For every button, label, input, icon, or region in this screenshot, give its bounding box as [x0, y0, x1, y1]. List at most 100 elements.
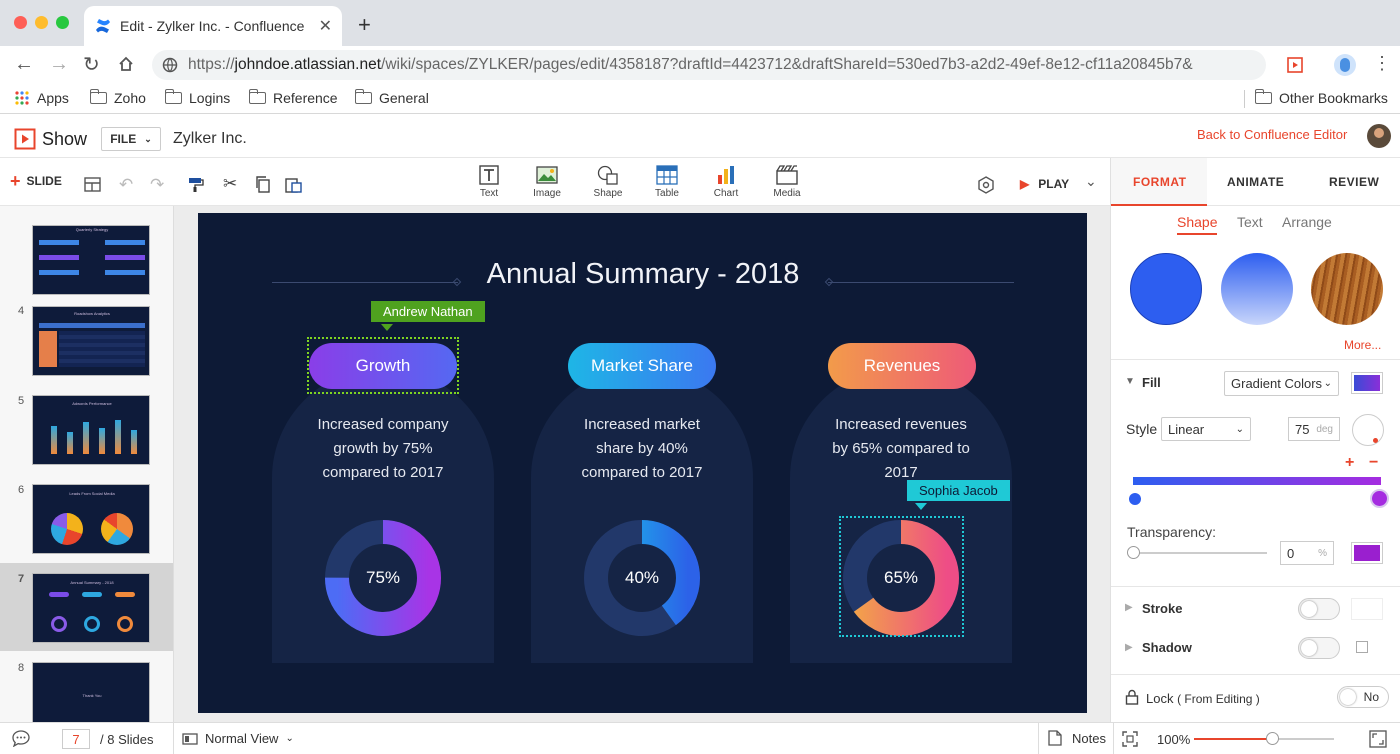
undo-icon[interactable]: ↶	[119, 175, 133, 195]
add-slide-button[interactable]: + SLIDE	[10, 171, 62, 191]
close-tab-icon[interactable]: ✕	[319, 16, 332, 36]
notes-button[interactable]: Notes	[1048, 730, 1106, 746]
angle-value: 75	[1295, 421, 1310, 437]
maximize-window-button[interactable]	[56, 16, 69, 29]
slide-thumbnail-4[interactable]: Roadshow Analytics	[32, 306, 150, 376]
plus-icon: +	[10, 171, 21, 191]
new-tab-icon[interactable]: +	[358, 12, 371, 38]
gradient-bar[interactable]	[1133, 477, 1381, 485]
bookmark-general[interactable]: General	[354, 89, 429, 106]
play-button[interactable]: ▶ PLAY	[1020, 177, 1069, 191]
bookmark-zoho[interactable]: Zoho	[89, 89, 146, 106]
home-icon[interactable]	[117, 55, 135, 73]
insert-shape-button[interactable]: Shape	[580, 164, 636, 199]
remove-stop-icon[interactable]: −	[1369, 454, 1378, 472]
forward-arrow-icon[interactable]: →	[49, 53, 69, 76]
revenues-pill[interactable]: Revenues	[828, 343, 976, 389]
insert-chart-button[interactable]: Chart	[698, 164, 754, 199]
insert-image-button[interactable]: Image	[519, 164, 575, 199]
minimize-window-button[interactable]	[35, 16, 48, 29]
gradient-stop-end[interactable]	[1370, 489, 1389, 508]
add-stop-icon[interactable]: +	[1345, 454, 1354, 472]
browser-tab[interactable]: Edit - Zylker Inc. - Confluence ✕	[84, 6, 342, 46]
market-share-donut[interactable]: 40%	[582, 518, 702, 638]
fill-preset-texture[interactable]	[1311, 253, 1383, 325]
bookmark-apps[interactable]: Apps	[14, 90, 69, 106]
browser-menu-icon[interactable]: ⋮	[1373, 53, 1391, 74]
lock-toggle[interactable]: No	[1337, 686, 1389, 708]
settings-icon[interactable]	[977, 176, 995, 194]
chat-icon[interactable]	[12, 730, 30, 747]
layout-icon[interactable]	[84, 177, 101, 192]
close-window-button[interactable]	[14, 16, 27, 29]
format-painter-icon[interactable]	[188, 177, 204, 193]
style-label: Style	[1126, 421, 1158, 437]
tab-animate[interactable]: ANIMATE	[1227, 175, 1284, 189]
transparency-input[interactable]: 0%	[1280, 541, 1334, 565]
transparency-slider-handle[interactable]	[1127, 546, 1140, 559]
insert-media-button[interactable]: Media	[759, 164, 815, 199]
bookmark-reference[interactable]: Reference	[248, 89, 338, 106]
stroke-collapsed-icon[interactable]: ▶	[1125, 602, 1133, 613]
play-options-chevron-icon[interactable]: ⌄	[1085, 173, 1097, 190]
transparency-slider[interactable]	[1133, 552, 1267, 554]
gradient-stop-start[interactable]	[1129, 493, 1141, 505]
redo-icon[interactable]: ↷	[150, 175, 164, 195]
subtab-text[interactable]: Text	[1237, 214, 1263, 230]
slide-thumbnail-5[interactable]: Adwords Performance	[32, 395, 150, 465]
zoom-slider[interactable]	[1194, 738, 1334, 740]
paste-icon[interactable]	[285, 176, 302, 193]
fill-label: Fill	[1142, 375, 1161, 390]
cut-icon[interactable]: ✂	[223, 174, 237, 194]
insert-table-button[interactable]: Table	[639, 164, 695, 199]
slide-thumbnail-8[interactable]: Thank You	[32, 662, 150, 722]
shadow-collapsed-icon[interactable]: ▶	[1125, 642, 1133, 653]
gradient-style-dropdown[interactable]: Linear ⌄	[1161, 417, 1251, 441]
transparency-color-swatch[interactable]	[1351, 542, 1383, 564]
subtab-shape[interactable]: Shape	[1177, 214, 1218, 235]
slide-thumbnail-3[interactable]: Quarterly Strategy	[32, 225, 150, 295]
back-arrow-icon[interactable]: ←	[14, 53, 34, 76]
document-title[interactable]: Zylker Inc.	[173, 130, 247, 148]
user-avatar[interactable]	[1367, 124, 1391, 148]
growth-donut[interactable]: 75%	[323, 518, 443, 638]
view-mode-dropdown[interactable]: Normal View ⌄	[182, 731, 294, 746]
angle-input[interactable]: 75 deg	[1288, 417, 1340, 441]
slide-thumbnail-6[interactable]: Leads From Social Media	[32, 484, 150, 554]
fill-preset-solid[interactable]	[1130, 253, 1202, 325]
insert-text-button[interactable]: Text	[461, 164, 517, 199]
tab-format[interactable]: FORMAT	[1133, 175, 1186, 189]
shadow-toggle[interactable]	[1298, 637, 1340, 659]
fill-type-dropdown[interactable]: Gradient Colors ⌄	[1224, 371, 1339, 396]
file-menu-button[interactable]: FILE ⌄	[101, 127, 161, 151]
tab-review[interactable]: REVIEW	[1329, 175, 1379, 189]
fill-preset-gradient[interactable]	[1221, 253, 1293, 325]
stroke-color-swatch[interactable]	[1351, 598, 1383, 620]
bookmark-label: General	[379, 90, 429, 106]
stroke-toggle[interactable]	[1298, 598, 1340, 620]
slide-canvas[interactable]: Annual Summary - 2018 Growth Andrew Nath…	[198, 213, 1087, 713]
bookmark-logins[interactable]: Logins	[164, 89, 230, 106]
url-bar[interactable]: https://johndoe.atlassian.net/wiki/space…	[152, 50, 1266, 80]
zoom-slider-handle[interactable]	[1266, 732, 1279, 745]
copy-icon[interactable]	[255, 176, 271, 193]
slide-title[interactable]: Annual Summary - 2018	[438, 258, 848, 291]
slide-thumbnail-7[interactable]: Annual Summary - 2018	[32, 573, 150, 643]
current-slide-input[interactable]: 7	[62, 729, 90, 749]
more-presets-link[interactable]: More...	[1344, 338, 1381, 352]
fill-color-swatch[interactable]	[1351, 372, 1383, 394]
subtab-arrange[interactable]: Arrange	[1282, 214, 1332, 230]
fill-expanded-icon[interactable]: ▼	[1125, 376, 1135, 387]
angle-dial[interactable]	[1352, 414, 1384, 446]
bookmark-other[interactable]: Other Bookmarks	[1254, 89, 1388, 106]
market-share-pill[interactable]: Market Share	[568, 343, 716, 389]
fullscreen-icon[interactable]	[1369, 730, 1387, 748]
reload-icon[interactable]: ↻	[83, 52, 100, 77]
shadow-style-icon[interactable]	[1356, 641, 1368, 653]
insert-shape-label: Shape	[593, 188, 623, 199]
back-to-editor-link[interactable]: Back to Confluence Editor	[1197, 127, 1347, 142]
show-extension-icon[interactable]	[1286, 56, 1304, 74]
shadow-label: Shadow	[1142, 640, 1192, 655]
profile-avatar[interactable]	[1334, 54, 1356, 76]
fit-to-screen-icon[interactable]	[1122, 731, 1138, 747]
